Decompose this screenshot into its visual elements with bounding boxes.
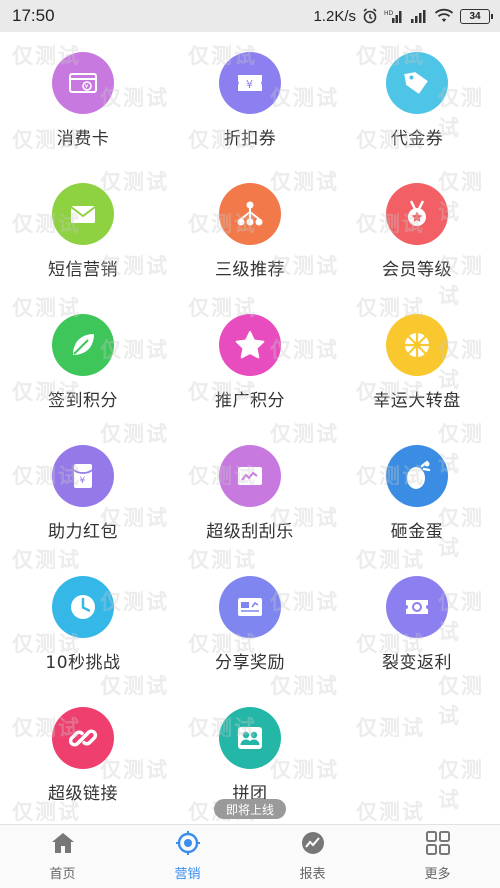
marketing-tool-item[interactable]: 会员等级: [334, 163, 500, 293]
marketing-tool-item[interactable]: 推广积分: [167, 294, 333, 424]
leaf-icon: [52, 314, 114, 376]
tab-label: 首页: [49, 867, 76, 882]
battery-icon: 34: [460, 8, 493, 24]
marketing-tool-item[interactable]: 代金券: [334, 32, 500, 162]
network-speed: 1.2K/s: [313, 7, 356, 25]
marketing-tool-label: 代金券: [390, 129, 444, 149]
tab-target[interactable]: 营销: [125, 825, 250, 888]
marketing-tool-label: 消费卡: [56, 129, 110, 149]
signal-icon: HD: [384, 8, 404, 24]
marketing-tool-item[interactable]: ¥ 消费卡: [0, 32, 166, 162]
egg-icon: [386, 445, 448, 507]
tab-grid[interactable]: 更多: [375, 825, 500, 888]
alarm-icon: [362, 8, 378, 24]
tab-label: 更多: [424, 867, 451, 882]
svg-text:¥: ¥: [85, 83, 89, 90]
marketing-grid: ¥ 消费卡 ¥ 折扣券 代金券短信营销 三级推荐 会员等级签到积分 推广积分 幸运大转盘 ¥ 助力红…: [0, 32, 500, 824]
tab-label: 报表: [299, 867, 326, 882]
signal-strength-icon: [410, 8, 428, 24]
scratch-card-icon: [219, 445, 281, 507]
marketing-tool-label: 裂变返利: [382, 653, 452, 673]
coupon-icon: ¥: [219, 52, 281, 114]
marketing-tool-label: 超级刮刮乐: [206, 522, 294, 542]
wifi-icon: [434, 8, 454, 24]
marketing-tool-label: 会员等级: [382, 260, 452, 280]
svg-text:HD: HD: [384, 10, 394, 17]
chart-icon: [300, 831, 326, 859]
marketing-tool-label: 10秒挑战: [45, 653, 121, 673]
tab-home[interactable]: 首页: [0, 825, 125, 888]
clock-icon: [52, 576, 114, 638]
card-icon: ¥: [52, 52, 114, 114]
star-icon: [219, 314, 281, 376]
marketing-tool-label: 短信营销: [48, 260, 118, 280]
grid-icon: [425, 831, 451, 859]
hierarchy-icon: [219, 183, 281, 245]
battery-level: 34: [469, 10, 481, 22]
wheel-icon: [386, 314, 448, 376]
marketing-tool-label: 签到积分: [48, 391, 118, 411]
marketing-tool-item[interactable]: 签到积分: [0, 294, 166, 424]
marketing-tool-label: 砸金蛋: [390, 522, 444, 542]
marketing-tool-item[interactable]: ¥ 助力红包: [0, 425, 166, 555]
marketing-tool-item[interactable]: 三级推荐: [167, 163, 333, 293]
tag-icon: [386, 52, 448, 114]
tab-label: 营销: [174, 867, 201, 882]
marketing-tool-label: 助力红包: [48, 522, 118, 542]
tab-chart[interactable]: 报表: [250, 825, 375, 888]
medal-icon: [386, 183, 448, 245]
red-packet-icon: ¥: [52, 445, 114, 507]
status-icons: 1.2K/s HD 34: [313, 7, 493, 25]
marketing-tool-label: 分享奖励: [215, 653, 285, 673]
marketing-tool-item[interactable]: 10秒挑战: [0, 556, 166, 686]
target-icon: [175, 831, 201, 859]
marketing-tool-item[interactable]: 超级链接: [0, 687, 166, 817]
group-icon: [219, 707, 281, 769]
envelope-icon: [52, 183, 114, 245]
status-bar: 17:50 1.2K/s HD 34: [0, 0, 500, 32]
marketing-tool-label: 折扣券: [223, 129, 277, 149]
ticket-icon: [386, 576, 448, 638]
marketing-tool-item[interactable]: 砸金蛋: [334, 425, 500, 555]
home-icon: [50, 831, 76, 859]
marketing-tool-item[interactable]: 拼团: [167, 687, 333, 817]
marketing-tool-item[interactable]: 幸运大转盘: [334, 294, 500, 424]
marketing-tool-item[interactable]: 分享奖励: [167, 556, 333, 686]
marketing-tool-label: 幸运大转盘: [373, 391, 461, 411]
svg-text:¥: ¥: [246, 78, 253, 91]
marketing-tool-label: 推广积分: [215, 391, 285, 411]
marketing-tool-label: 超级链接: [48, 784, 118, 804]
marketing-tool-item[interactable]: 短信营销: [0, 163, 166, 293]
bottom-tab-bar: 首页 营销 报表 更多: [0, 824, 500, 888]
svg-text:¥: ¥: [80, 476, 86, 486]
marketing-tool-label: 三级推荐: [215, 260, 285, 280]
link-icon: [52, 707, 114, 769]
marketing-tool-item[interactable]: 裂变返利: [334, 556, 500, 686]
coming-soon-badge: 即将上线: [214, 799, 286, 819]
share-icon: [219, 576, 281, 638]
status-time: 17:50: [12, 6, 55, 25]
marketing-tool-item[interactable]: ¥ 折扣券: [167, 32, 333, 162]
marketing-tool-item[interactable]: 超级刮刮乐: [167, 425, 333, 555]
